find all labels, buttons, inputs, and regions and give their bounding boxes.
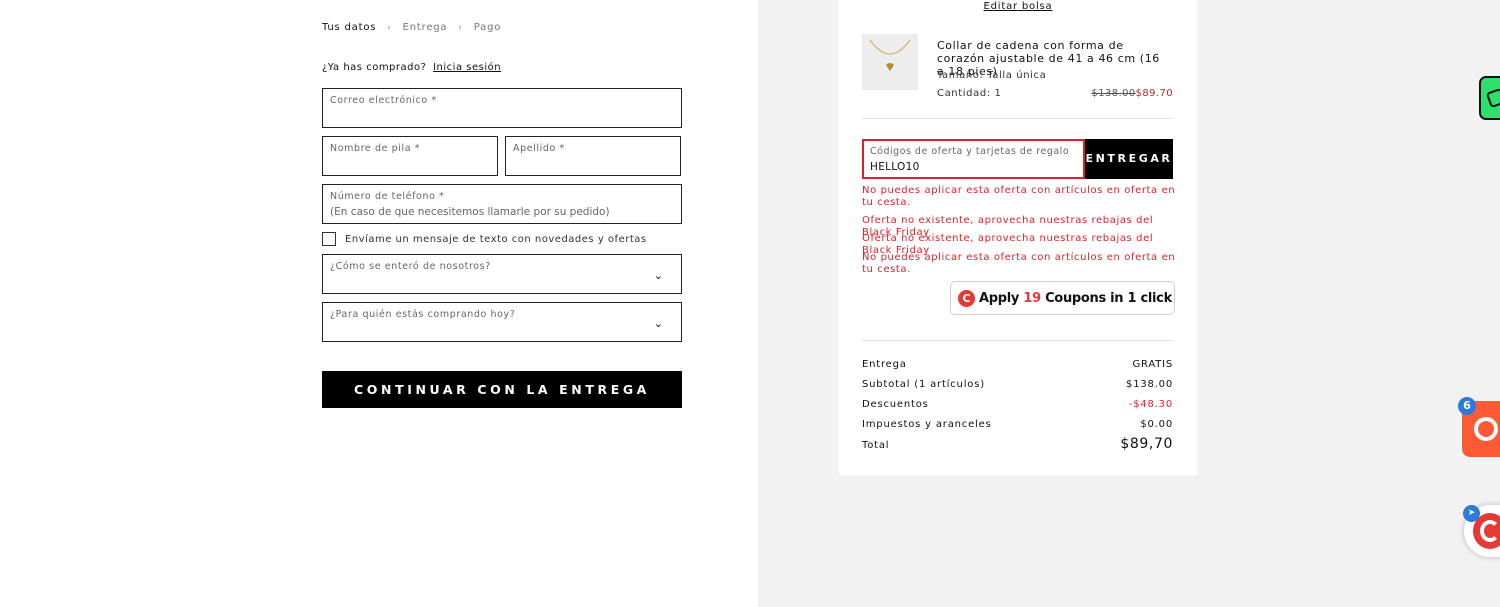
checkout-form-area: Tus datos › Entrega › Pago ¿Ya has compr… xyxy=(0,0,758,607)
phone-field[interactable]: Número de teléfono * (En caso de que nec… xyxy=(322,184,682,224)
summary-value: $138.00 xyxy=(1126,379,1173,390)
first-name-field[interactable]: Nombre de pila * xyxy=(322,136,498,176)
email-field[interactable]: Correo electrónico * xyxy=(322,88,682,128)
summary-row-delivery: Entrega GRATIS xyxy=(862,359,1173,370)
notification-badge: 6 xyxy=(1458,397,1476,415)
divider xyxy=(862,340,1173,341)
apply-coupons-pre: Apply xyxy=(979,290,1024,306)
summary-row-subtotal: Subtotal (1 artículos) $138.00 xyxy=(862,379,1173,390)
product-size: Tamaño: Talla única xyxy=(937,70,1047,81)
original-price: $138.00 xyxy=(1091,88,1136,99)
coupon-extension-logo-icon: C xyxy=(958,289,975,307)
promo-error-message: No puedes aplicar esta oferta con artícu… xyxy=(862,185,1176,208)
floating-extension-tab[interactable] xyxy=(1479,76,1500,120)
breadcrumb-entrega[interactable]: Entrega xyxy=(403,22,448,33)
login-prompt: ¿Ya has comprado? Inicia sesión xyxy=(322,62,501,73)
summary-label: Subtotal (1 artículos) xyxy=(862,379,985,390)
summary-row-total: Total $89,70 xyxy=(862,436,1173,452)
product-thumbnail xyxy=(862,34,918,90)
rocket-icon: ➤ xyxy=(1463,505,1480,522)
login-link[interactable]: Inicia sesión xyxy=(433,62,501,73)
how-heard-select[interactable]: ¿Cómo se enteró de nosotros? ⌄ xyxy=(322,254,682,294)
email-label: Correo electrónico * xyxy=(330,95,437,106)
summary-label: Impuestos y aranceles xyxy=(862,419,992,430)
summary-value: $0.00 xyxy=(1140,419,1173,430)
apply-coupons-label: Apply 19 Coupons in 1 click xyxy=(979,291,1172,306)
ring-icon xyxy=(1474,417,1498,441)
order-summary-panel: Editar bolsa Collar de cadena con forma … xyxy=(839,0,1197,475)
for-whom-label: ¿Para quién estás comprando hoy? xyxy=(330,309,516,320)
total-amount: $89,70 xyxy=(1120,436,1173,452)
promo-code-label: Códigos de oferta y tarjetas de regalo xyxy=(870,146,1070,157)
apply-coupons-button[interactable]: C Apply 19 Coupons in 1 click xyxy=(950,281,1175,315)
summary-row-discounts: Descuentos -$48.30 xyxy=(862,399,1173,410)
promo-code-value: HELLO10 xyxy=(870,161,920,173)
chevron-right-icon: › xyxy=(387,22,392,33)
chevron-down-icon: ⌄ xyxy=(653,269,663,282)
product-quantity: Cantidad: 1 xyxy=(937,88,1002,99)
breadcrumb-tus-datos[interactable]: Tus datos xyxy=(322,22,376,33)
coupon-count: 19 xyxy=(1023,290,1041,306)
chevron-right-icon: › xyxy=(458,22,463,33)
summary-row-taxes: Impuestos y aranceles $0.00 xyxy=(862,419,1173,430)
phone-label: Número de teléfono * xyxy=(330,191,445,202)
summary-value: GRATIS xyxy=(1132,359,1173,370)
sms-optin-checkbox[interactable] xyxy=(322,232,336,246)
edit-bag-link[interactable]: Editar bolsa xyxy=(839,1,1197,12)
tag-icon xyxy=(1485,87,1500,109)
last-name-label: Apellido * xyxy=(513,143,565,154)
product-price: $138.00$89.70 xyxy=(1091,88,1173,99)
sale-price: $89.70 xyxy=(1135,88,1173,99)
summary-label: Entrega xyxy=(862,359,907,370)
first-name-label: Nombre de pila * xyxy=(330,143,421,154)
breadcrumb: Tus datos › Entrega › Pago xyxy=(322,22,501,33)
login-question: ¿Ya has comprado? xyxy=(322,62,427,73)
last-name-field[interactable]: Apellido * xyxy=(505,136,681,176)
sms-optin-row: Envíame un mensaje de texto con novedade… xyxy=(322,232,647,246)
promo-error-message: No puedes aplicar esta oferta con artícu… xyxy=(862,252,1176,275)
promo-code-field[interactable]: Códigos de oferta y tarjetas de regalo H… xyxy=(862,139,1085,179)
divider xyxy=(862,118,1173,119)
apply-code-button[interactable]: ENTREGAR xyxy=(1085,139,1173,179)
for-whom-select[interactable]: ¿Para quién estás comprando hoy? ⌄ xyxy=(322,302,682,342)
summary-label: Descuentos xyxy=(862,399,929,410)
chevron-down-icon: ⌄ xyxy=(653,317,663,330)
breadcrumb-pago[interactable]: Pago xyxy=(474,22,501,33)
continue-to-delivery-button[interactable]: CONTINUAR CON LA ENTREGA xyxy=(322,371,682,408)
sms-optin-label: Envíame un mensaje de texto con novedade… xyxy=(345,233,647,245)
how-heard-label: ¿Cómo se enteró de nosotros? xyxy=(330,261,491,272)
phone-placeholder: (En caso de que necesitemos llamarle por… xyxy=(330,206,610,218)
summary-label: Total xyxy=(862,440,890,451)
apply-coupons-post: Coupons in 1 click xyxy=(1040,290,1172,306)
summary-value: -$48.30 xyxy=(1128,399,1173,410)
